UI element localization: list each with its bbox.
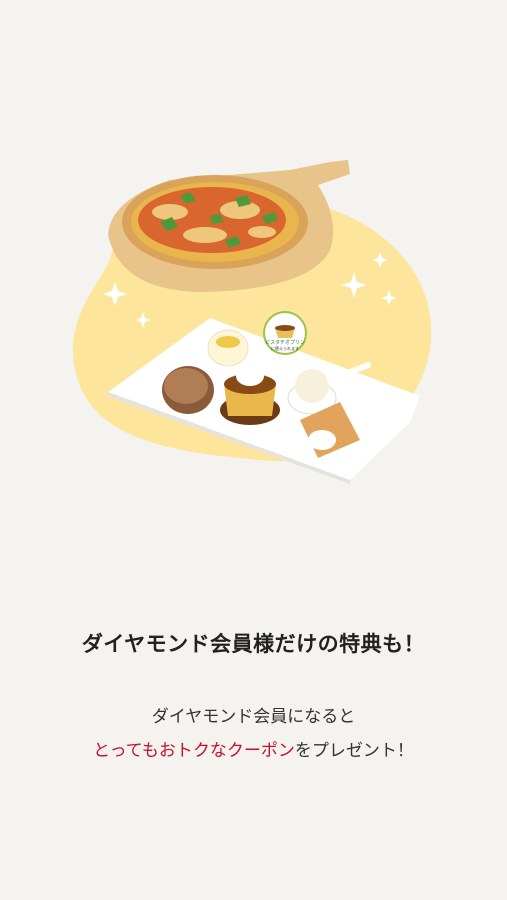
- promo-illustration: ピスタチオプリン に替えられます: [73, 160, 432, 484]
- pistachio-pudding-badge: ピスタチオプリン に替えられます: [263, 311, 307, 355]
- description-line1: ダイヤモンド会員になると: [151, 707, 356, 727]
- badge-text-line2: に替えられます: [271, 345, 299, 351]
- description-line2-rest: をプレゼント！: [294, 741, 414, 761]
- coupon-highlight: とってもおトクなクーポン: [93, 741, 295, 761]
- badge-text-line1: ピスタチオプリン: [265, 339, 305, 346]
- description-line2: とってもおトクなクーポンをプレゼント！: [0, 734, 507, 768]
- benefit-description: ダイヤモンド会員になると とってもおトクなクーポンをプレゼント！: [0, 700, 507, 768]
- benefit-headline: ダイヤモンド会員様だけの特典も！: [81, 632, 426, 656]
